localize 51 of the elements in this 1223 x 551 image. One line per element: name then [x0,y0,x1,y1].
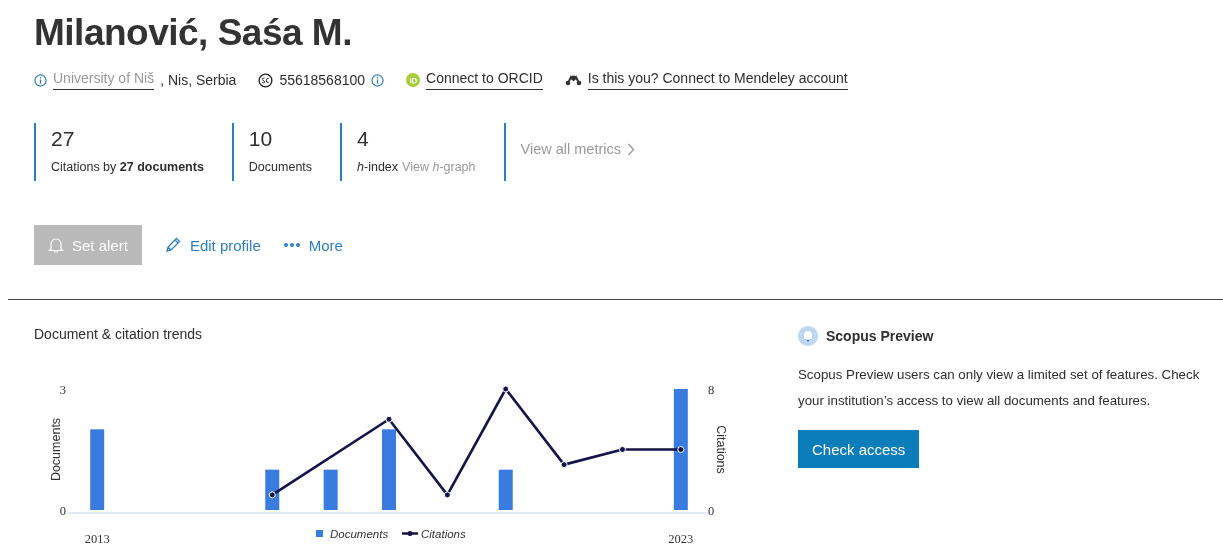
author-id: 55618568100 [279,72,366,88]
info-icon [34,73,47,87]
bar [498,469,513,510]
metric-link[interactable]: View h-graph [402,160,476,174]
metric-value: 27 [51,127,76,151]
metric-label: Documents [248,160,313,174]
mendeley-icon [564,74,582,86]
legend-label: Citations [421,528,466,540]
metric-value: 10 [248,127,274,151]
bell-icon [798,326,818,346]
bar [323,469,338,510]
orcid-link[interactable]: Connect to ORCID [426,70,543,90]
edit-profile-button[interactable]: Edit profile [163,236,261,254]
more-button[interactable]: More [282,236,343,254]
preview-title: Scopus Preview [826,328,934,344]
data-point [677,446,685,453]
preview-text: Scopus Preview users can only view a limited set of features. Check your institution’s access to view all documents and features. [798,366,1201,410]
legend-swatch [316,530,323,537]
axis-tick-label: 0 [59,504,66,518]
metric-label: h-index [357,160,399,174]
data-point [618,446,626,453]
axis-tick-label: 2023 [668,532,694,546]
view-all-metrics-link[interactable]: View all metrics [520,141,621,157]
data-point [502,385,510,393]
data-point [560,461,568,469]
data-point [385,415,393,423]
chart-title: Document & citation trends [34,326,204,344]
location-text: , Nis, Serbia [160,72,237,88]
check-access-button[interactable]: Check access [798,430,920,468]
mendeley-link[interactable]: Is this you? Connect to Mendeley account [587,70,848,90]
data-point [443,491,451,499]
legend-label: Documents [330,528,389,540]
metric-value: 4 [357,127,370,151]
author-name: Milanović, Saśa M. [34,11,353,55]
axis-label: Citations [714,425,728,474]
axis-tick-label: 0 [708,504,715,518]
axis-tick-label: 8 [708,383,715,397]
axis-tick-label: 2013 [84,532,110,546]
pencil-icon [163,236,182,254]
scopus-id-icon [258,72,274,88]
axis-label: Documents [49,417,63,482]
institution-link[interactable]: University of Niš [53,70,155,90]
bell-icon [48,236,64,254]
more-icon [282,242,301,248]
metric-label: Citations by 27 documents [51,160,204,174]
orcid-icon [406,73,421,87]
data-point [268,491,276,499]
axis-tick-label: 3 [59,383,66,397]
legend-swatch [402,531,418,536]
info-icon [371,73,385,87]
chevron-right-icon [626,142,635,156]
